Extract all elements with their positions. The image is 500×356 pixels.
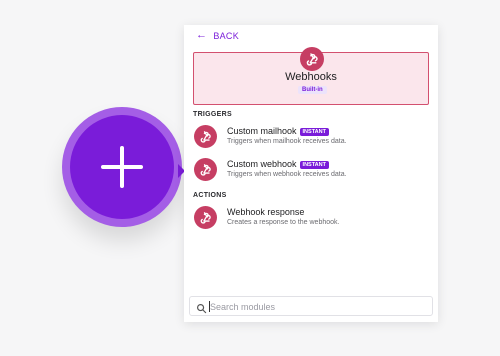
webhook-icon bbox=[300, 47, 324, 71]
back-label: BACK bbox=[213, 30, 240, 41]
module-name: Webhook response bbox=[227, 207, 305, 217]
search-icon bbox=[196, 301, 207, 319]
module-description: Triggers when webhook receives data. bbox=[227, 171, 347, 178]
search-box[interactable] bbox=[189, 296, 433, 316]
module-name: Custom webhook INSTANT bbox=[227, 159, 329, 169]
search-input[interactable] bbox=[210, 299, 425, 314]
actions-section-label: ACTIONS bbox=[193, 192, 227, 199]
module-name-text: Custom webhook bbox=[227, 159, 297, 169]
webhook-icon bbox=[194, 125, 217, 148]
module-description: Triggers when mailhook receives data. bbox=[227, 138, 347, 145]
module-picker-panel: ← BACK Webhooks Built-in TRIGGERS Custom… bbox=[184, 25, 438, 322]
plus-icon-vertical bbox=[120, 146, 124, 188]
instant-badge: INSTANT bbox=[299, 161, 329, 169]
module-item-webhook-response[interactable]: Webhook response Creates a response to t… bbox=[194, 206, 430, 234]
webhook-icon bbox=[194, 206, 217, 229]
instant-badge: INSTANT bbox=[299, 128, 329, 136]
add-module-button[interactable] bbox=[62, 107, 182, 227]
built-in-badge: Built-in bbox=[298, 86, 327, 94]
triggers-section-label: TRIGGERS bbox=[193, 111, 232, 118]
back-button[interactable]: ← BACK bbox=[196, 30, 239, 41]
module-item-custom-webhook[interactable]: Custom webhook INSTANT Triggers when webh… bbox=[194, 158, 430, 186]
module-item-custom-mailhook[interactable]: Custom mailhook INSTANT Triggers when mai… bbox=[194, 125, 430, 153]
module-name-text: Custom mailhook bbox=[227, 126, 297, 136]
arrow-left-icon: ← bbox=[196, 29, 208, 41]
app-header-card: Webhooks Built-in bbox=[193, 47, 429, 105]
add-module-button-core[interactable] bbox=[70, 115, 174, 219]
webhook-icon bbox=[194, 158, 217, 181]
app-title: Webhooks bbox=[285, 71, 337, 83]
module-description: Creates a response to the webhook. bbox=[227, 219, 340, 226]
module-name: Custom mailhook INSTANT bbox=[227, 126, 329, 136]
